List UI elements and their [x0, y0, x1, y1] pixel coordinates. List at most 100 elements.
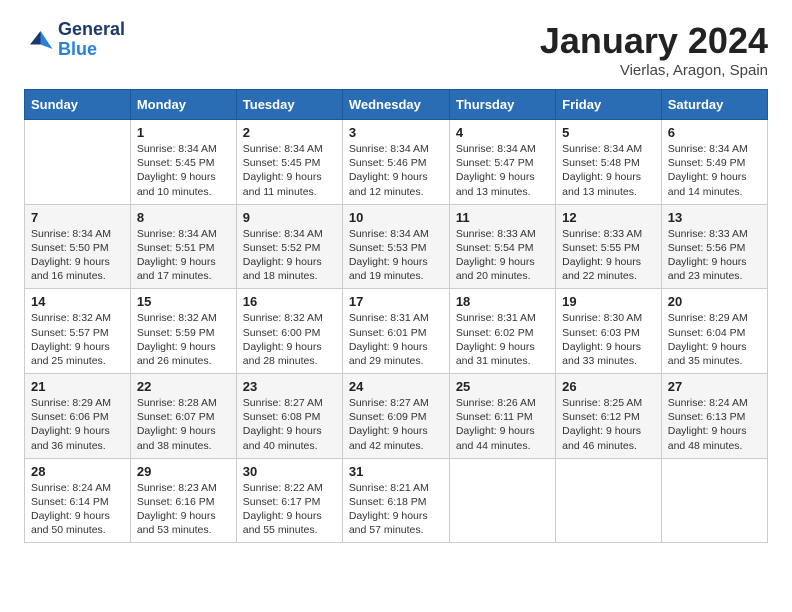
- day-info: Sunrise: 8:22 AMSunset: 6:17 PMDaylight:…: [243, 481, 336, 538]
- day-number: 16: [243, 294, 336, 309]
- day-cell: 5 Sunrise: 8:34 AMSunset: 5:48 PMDaylight…: [556, 120, 662, 205]
- day-cell: 19 Sunrise: 8:30 AMSunset: 6:03 PMDayligh…: [556, 289, 662, 374]
- day-header-friday: Friday: [556, 90, 662, 120]
- day-number: 19: [562, 294, 655, 309]
- day-cell: 11 Sunrise: 8:33 AMSunset: 5:54 PMDayligh…: [449, 204, 555, 289]
- day-info: Sunrise: 8:24 AMSunset: 6:13 PMDaylight:…: [668, 396, 761, 453]
- day-cell: 20Sunrise: 8:29 AMSunset: 6:04 PMDayligh…: [661, 289, 767, 374]
- day-number: 26: [562, 379, 655, 394]
- day-info: Sunrise: 8:25 AMSunset: 6:12 PMDaylight:…: [562, 396, 655, 453]
- day-cell: 1 Sunrise: 8:34 AMSunset: 5:45 PMDaylight…: [130, 120, 236, 205]
- day-info: Sunrise: 8:21 AMSunset: 6:18 PMDaylight:…: [349, 481, 443, 538]
- week-row-2: 7 Sunrise: 8:34 AMSunset: 5:50 PMDaylight…: [25, 204, 768, 289]
- day-number: 9: [243, 210, 336, 225]
- day-info: Sunrise: 8:27 AMSunset: 6:08 PMDaylight:…: [243, 396, 336, 453]
- day-info: Sunrise: 8:27 AMSunset: 6:09 PMDaylight:…: [349, 396, 443, 453]
- day-info: Sunrise: 8:26 AMSunset: 6:11 PMDaylight:…: [456, 396, 549, 453]
- day-info: Sunrise: 8:33 AMSunset: 5:56 PMDaylight:…: [668, 227, 761, 284]
- day-info: Sunrise: 8:32 AMSunset: 5:59 PMDaylight:…: [137, 311, 230, 368]
- day-cell: 8 Sunrise: 8:34 AMSunset: 5:51 PMDaylight…: [130, 204, 236, 289]
- day-cell: 16 Sunrise: 8:32 AMSunset: 6:00 PMDayligh…: [236, 289, 342, 374]
- week-row-1: 1 Sunrise: 8:34 AMSunset: 5:45 PMDaylight…: [25, 120, 768, 205]
- week-row-3: 14Sunrise: 8:32 AMSunset: 5:57 PMDayligh…: [25, 289, 768, 374]
- header: General Blue January 2024 Vierlas, Arago…: [24, 20, 768, 79]
- day-info: Sunrise: 8:34 AMSunset: 5:52 PMDaylight:…: [243, 227, 336, 284]
- day-info: Sunrise: 8:34 AMSunset: 5:50 PMDaylight:…: [31, 227, 124, 284]
- day-number: 10: [349, 210, 443, 225]
- day-info: Sunrise: 8:33 AMSunset: 5:54 PMDaylight:…: [456, 227, 549, 284]
- day-info: Sunrise: 8:31 AMSunset: 6:01 PMDaylight:…: [349, 311, 443, 368]
- day-number: 6: [668, 125, 761, 140]
- day-cell: [449, 458, 555, 543]
- day-header-tuesday: Tuesday: [236, 90, 342, 120]
- day-cell: 23 Sunrise: 8:27 AMSunset: 6:08 PMDayligh…: [236, 374, 342, 459]
- day-header-saturday: Saturday: [661, 90, 767, 120]
- day-info: Sunrise: 8:34 AMSunset: 5:45 PMDaylight:…: [243, 142, 336, 199]
- logo-general-text: General: [58, 20, 125, 40]
- week-row-5: 28 Sunrise: 8:24 AMSunset: 6:14 PMDayligh…: [25, 458, 768, 543]
- day-cell: 4 Sunrise: 8:34 AMSunset: 5:47 PMDaylight…: [449, 120, 555, 205]
- day-cell: 13Sunrise: 8:33 AMSunset: 5:56 PMDayligh…: [661, 204, 767, 289]
- day-number: 18: [456, 294, 549, 309]
- day-number: 25: [456, 379, 549, 394]
- day-cell: 27Sunrise: 8:24 AMSunset: 6:13 PMDayligh…: [661, 374, 767, 459]
- day-number: 31: [349, 464, 443, 479]
- day-number: 22: [137, 379, 230, 394]
- day-number: 2: [243, 125, 336, 140]
- logo: General Blue: [24, 20, 125, 60]
- day-cell: 2 Sunrise: 8:34 AMSunset: 5:45 PMDaylight…: [236, 120, 342, 205]
- day-cell: 24 Sunrise: 8:27 AMSunset: 6:09 PMDayligh…: [342, 374, 449, 459]
- day-cell: 26 Sunrise: 8:25 AMSunset: 6:12 PMDayligh…: [556, 374, 662, 459]
- day-info: Sunrise: 8:23 AMSunset: 6:16 PMDaylight:…: [137, 481, 230, 538]
- logo-text: General Blue: [58, 20, 125, 60]
- day-info: Sunrise: 8:32 AMSunset: 6:00 PMDaylight:…: [243, 311, 336, 368]
- day-number: 12: [562, 210, 655, 225]
- day-cell: [556, 458, 662, 543]
- title-section: January 2024 Vierlas, Aragon, Spain: [540, 20, 768, 79]
- day-info: Sunrise: 8:29 AMSunset: 6:04 PMDaylight:…: [668, 311, 761, 368]
- day-header-wednesday: Wednesday: [342, 90, 449, 120]
- day-number: 23: [243, 379, 336, 394]
- day-number: 1: [137, 125, 230, 140]
- day-info: Sunrise: 8:30 AMSunset: 6:03 PMDaylight:…: [562, 311, 655, 368]
- day-info: Sunrise: 8:31 AMSunset: 6:02 PMDaylight:…: [456, 311, 549, 368]
- day-cell: 30 Sunrise: 8:22 AMSunset: 6:17 PMDayligh…: [236, 458, 342, 543]
- day-info: Sunrise: 8:34 AMSunset: 5:53 PMDaylight:…: [349, 227, 443, 284]
- day-number: 7: [31, 210, 124, 225]
- day-number: 30: [243, 464, 336, 479]
- day-info: Sunrise: 8:34 AMSunset: 5:51 PMDaylight:…: [137, 227, 230, 284]
- day-cell: 28 Sunrise: 8:24 AMSunset: 6:14 PMDayligh…: [25, 458, 131, 543]
- day-number: 3: [349, 125, 443, 140]
- day-number: 24: [349, 379, 443, 394]
- day-number: 11: [456, 210, 549, 225]
- day-cell: 25 Sunrise: 8:26 AMSunset: 6:11 PMDayligh…: [449, 374, 555, 459]
- day-header-sunday: Sunday: [25, 90, 131, 120]
- day-number: 5: [562, 125, 655, 140]
- day-number: 4: [456, 125, 549, 140]
- day-info: Sunrise: 8:34 AMSunset: 5:47 PMDaylight:…: [456, 142, 549, 199]
- day-number: 17: [349, 294, 443, 309]
- day-info: Sunrise: 8:32 AMSunset: 5:57 PMDaylight:…: [31, 311, 124, 368]
- day-info: Sunrise: 8:34 AMSunset: 5:46 PMDaylight:…: [349, 142, 443, 199]
- day-cell: 7 Sunrise: 8:34 AMSunset: 5:50 PMDaylight…: [25, 204, 131, 289]
- day-number: 28: [31, 464, 124, 479]
- day-cell: 15Sunrise: 8:32 AMSunset: 5:59 PMDayligh…: [130, 289, 236, 374]
- day-info: Sunrise: 8:34 AMSunset: 5:48 PMDaylight:…: [562, 142, 655, 199]
- day-info: Sunrise: 8:33 AMSunset: 5:55 PMDaylight:…: [562, 227, 655, 284]
- page: General Blue January 2024 Vierlas, Arago…: [0, 0, 792, 563]
- month-title: January 2024: [540, 20, 768, 62]
- day-cell: 9 Sunrise: 8:34 AMSunset: 5:52 PMDaylight…: [236, 204, 342, 289]
- day-info: Sunrise: 8:24 AMSunset: 6:14 PMDaylight:…: [31, 481, 124, 538]
- day-cell: 3 Sunrise: 8:34 AMSunset: 5:46 PMDaylight…: [342, 120, 449, 205]
- day-number: 8: [137, 210, 230, 225]
- day-cell: 6Sunrise: 8:34 AMSunset: 5:49 PMDaylight…: [661, 120, 767, 205]
- calendar-header-row: SundayMondayTuesdayWednesdayThursdayFrid…: [25, 90, 768, 120]
- day-cell: [25, 120, 131, 205]
- day-cell: 31 Sunrise: 8:21 AMSunset: 6:18 PMDayligh…: [342, 458, 449, 543]
- day-number: 29: [137, 464, 230, 479]
- day-info: Sunrise: 8:28 AMSunset: 6:07 PMDaylight:…: [137, 396, 230, 453]
- day-cell: 12 Sunrise: 8:33 AMSunset: 5:55 PMDayligh…: [556, 204, 662, 289]
- logo-blue-text: Blue: [58, 40, 125, 60]
- day-header-thursday: Thursday: [449, 90, 555, 120]
- day-info: Sunrise: 8:34 AMSunset: 5:45 PMDaylight:…: [137, 142, 230, 199]
